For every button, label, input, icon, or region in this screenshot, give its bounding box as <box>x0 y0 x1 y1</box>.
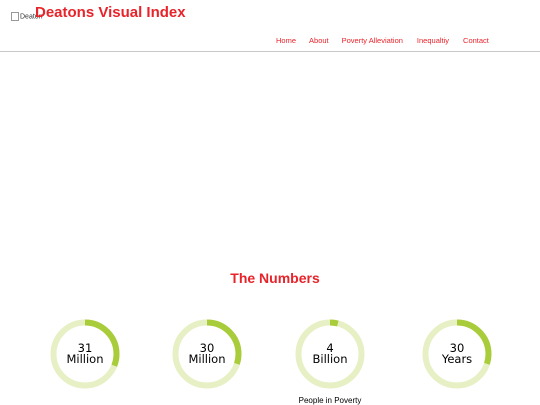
broken-image-icon <box>11 12 19 21</box>
stat-label: 4 Billion <box>294 318 366 390</box>
site-title[interactable]: Deatons Visual Index <box>35 4 186 21</box>
stat-label: 31 Million <box>49 318 121 390</box>
nav-link-about[interactable]: About <box>309 36 329 45</box>
main-nav: Home About Poverty Alleviation Inequalti… <box>276 36 489 45</box>
stat-unit: Years <box>441 352 473 366</box>
nav-link-home[interactable]: Home <box>276 36 296 45</box>
stat-unit: Million <box>66 352 104 366</box>
stat-card: 4 Billion People in Poverty <box>294 318 366 405</box>
nav-link-inequality[interactable]: Inequaltiy <box>417 36 449 45</box>
section-title: The Numbers <box>230 270 320 286</box>
stat-card: 30 Million <box>171 318 243 390</box>
nav-link-poverty-alleviation[interactable]: Poverty Alleviation <box>342 36 403 45</box>
header: Deaton Deatons Visual Index Home About P… <box>0 0 540 52</box>
stat-unit: Million <box>188 352 226 366</box>
stat-caption: People in Poverty <box>298 396 362 405</box>
stat-unit: Billion <box>312 352 348 366</box>
stat-card: 31 Million <box>49 318 121 390</box>
stat-card: 30 Years <box>421 318 493 390</box>
stat-label: 30 Years <box>421 318 493 390</box>
page: Deaton Deatons Visual Index Home About P… <box>0 0 540 405</box>
nav-link-contact[interactable]: Contact <box>463 36 489 45</box>
stat-label: 30 Million <box>171 318 243 390</box>
